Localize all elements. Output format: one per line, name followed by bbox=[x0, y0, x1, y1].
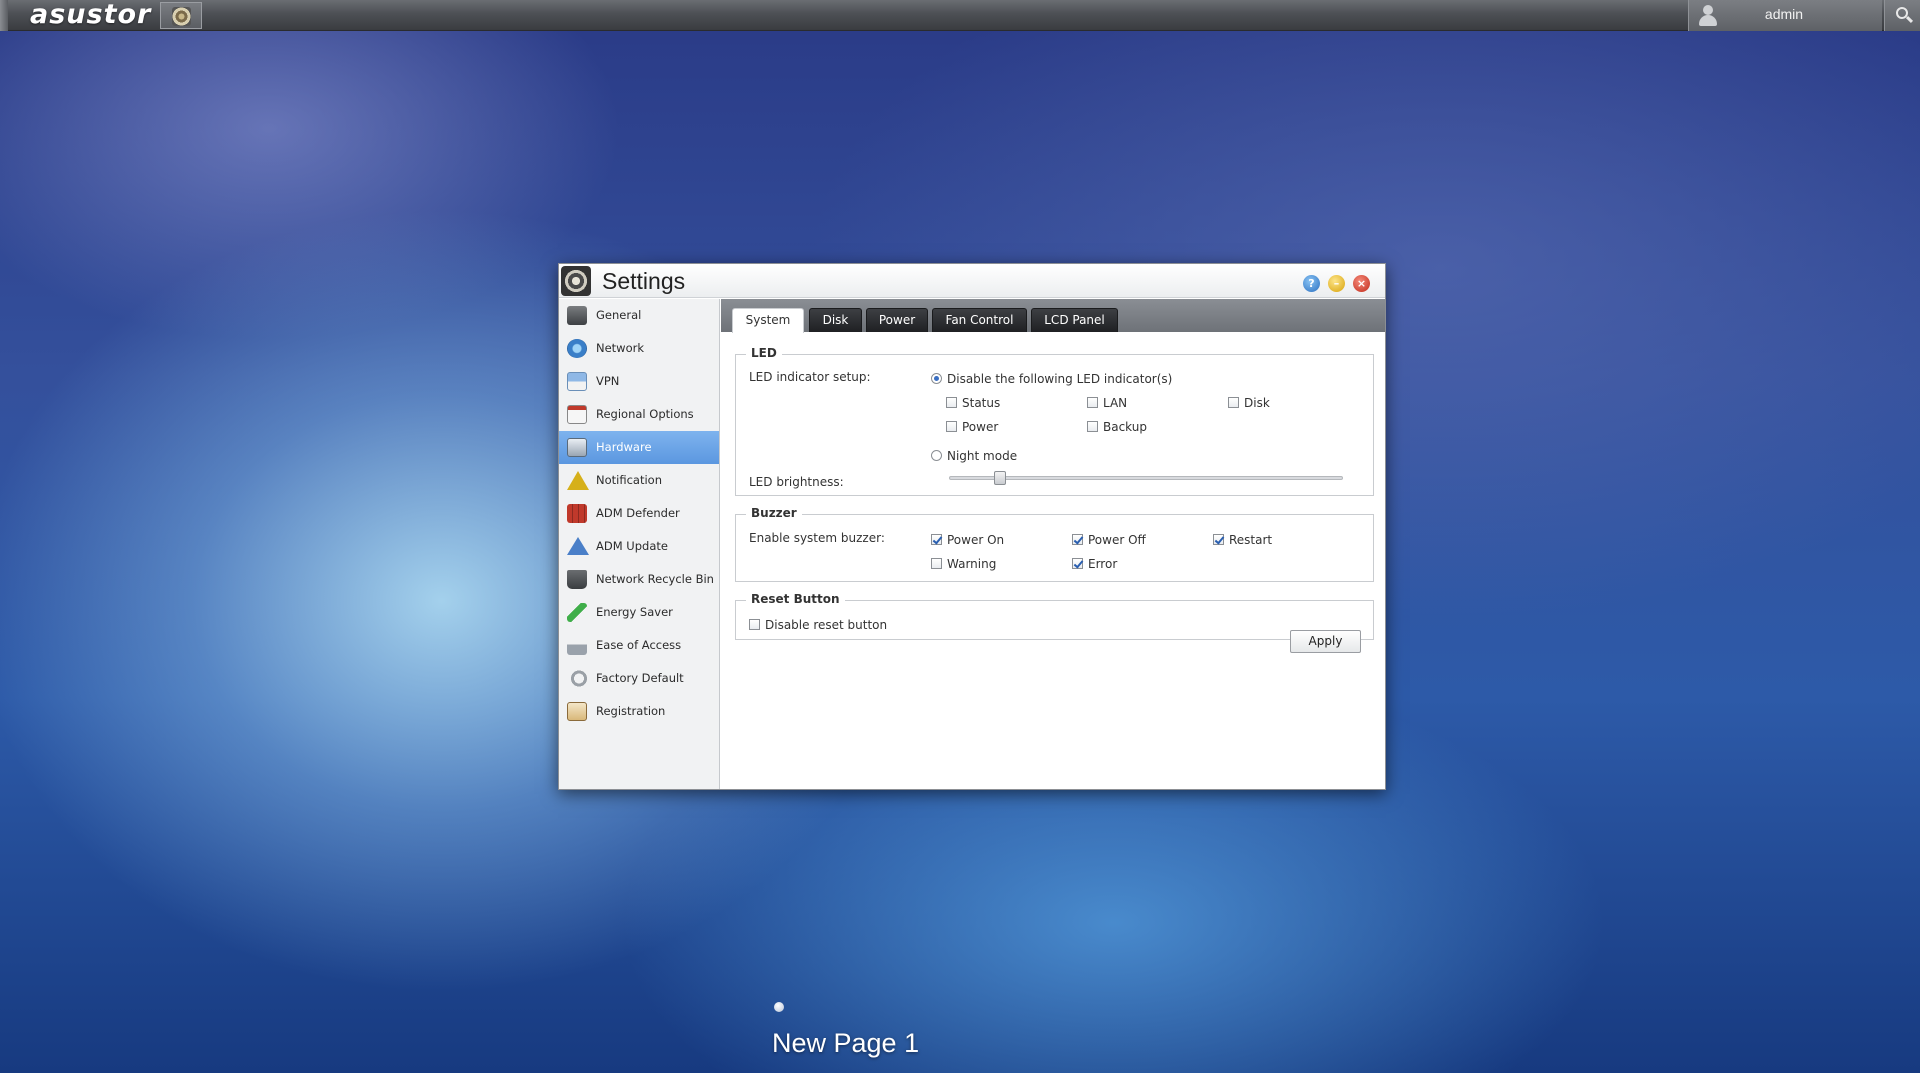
sidebar-item-hardware[interactable]: Hardware bbox=[559, 431, 719, 464]
sidebar-item-adm-update[interactable]: ADM Update bbox=[559, 530, 719, 563]
leaf-icon bbox=[567, 603, 587, 622]
sidebar-item-energy-saver[interactable]: Energy Saver bbox=[559, 596, 719, 629]
window-titlebar[interactable]: Settings ? – × bbox=[559, 264, 1385, 298]
led-disk-checkbox[interactable]: Disk bbox=[1228, 395, 1270, 411]
update-arrow-icon bbox=[567, 537, 589, 555]
sidebar-item-notification[interactable]: Notification bbox=[559, 464, 719, 497]
checkbox-icon bbox=[1087, 397, 1098, 408]
led-group: LED LED indicator setup: Disable the fol… bbox=[735, 346, 1374, 496]
buzzer-warning-checkbox[interactable]: Warning bbox=[931, 556, 996, 572]
reset-button-legend: Reset Button bbox=[746, 592, 845, 606]
settings-window: Settings ? – × General Network VPN Regio… bbox=[558, 263, 1386, 790]
buzzer-legend: Buzzer bbox=[746, 506, 802, 520]
sidebar-item-vpn[interactable]: VPN bbox=[559, 365, 719, 398]
user-menu-button[interactable]: admin bbox=[1688, 0, 1882, 31]
led-power-checkbox[interactable]: Power bbox=[946, 419, 998, 435]
checkbox-icon bbox=[1072, 558, 1083, 569]
led-backup-checkbox[interactable]: Backup bbox=[1087, 419, 1147, 435]
warning-icon bbox=[567, 471, 589, 490]
sidebar-item-adm-defender[interactable]: ADM Defender bbox=[559, 497, 719, 530]
settings-gear-icon bbox=[172, 7, 191, 26]
general-icon bbox=[567, 306, 587, 325]
sidebar-item-network-recycle-bin[interactable]: Network Recycle Bin bbox=[559, 563, 719, 596]
checkbox-icon bbox=[946, 421, 957, 432]
firewall-icon bbox=[567, 504, 587, 523]
disable-reset-button-checkbox[interactable]: Disable reset button bbox=[749, 617, 887, 633]
checkbox-icon bbox=[1228, 397, 1239, 408]
vpn-house-icon bbox=[567, 372, 587, 391]
desktop-page-label[interactable]: New Page 1 bbox=[772, 1027, 919, 1059]
led-brightness-slider-thumb[interactable] bbox=[994, 471, 1007, 485]
ease-access-icon bbox=[567, 636, 587, 655]
user-name-label: admin bbox=[1764, 6, 1804, 22]
buzzer-restart-checkbox[interactable]: Restart bbox=[1213, 532, 1272, 548]
tab-disk[interactable]: Disk bbox=[809, 308, 862, 332]
minimize-button[interactable]: – bbox=[1328, 275, 1345, 292]
checkbox-icon bbox=[931, 558, 942, 569]
led-legend: LED bbox=[746, 346, 782, 360]
settings-sidebar: General Network VPN Regional Options Har… bbox=[559, 299, 720, 789]
checkbox-icon bbox=[946, 397, 957, 408]
disable-led-radio[interactable]: Disable the following LED indicator(s) bbox=[931, 371, 1172, 387]
apply-button[interactable]: Apply bbox=[1290, 630, 1361, 653]
help-button[interactable]: ? bbox=[1303, 275, 1320, 292]
sidebar-item-network[interactable]: Network bbox=[559, 332, 719, 365]
led-brightness-label: LED brightness: bbox=[749, 475, 844, 489]
registration-icon bbox=[567, 702, 587, 721]
tab-power[interactable]: Power bbox=[866, 308, 928, 332]
radio-icon bbox=[931, 373, 942, 384]
calendar-clock-icon bbox=[567, 405, 587, 424]
search-button[interactable] bbox=[1884, 0, 1920, 31]
reset-button-group: Reset Button Disable reset button bbox=[735, 592, 1374, 640]
led-status-checkbox[interactable]: Status bbox=[946, 395, 1000, 411]
checkbox-icon bbox=[749, 619, 760, 630]
sidebar-item-ease-of-access[interactable]: Ease of Access bbox=[559, 629, 719, 662]
recycle-bin-icon bbox=[567, 570, 587, 589]
tab-lcd-panel[interactable]: LCD Panel bbox=[1031, 308, 1118, 332]
led-indicator-setup-label: LED indicator setup: bbox=[749, 370, 871, 384]
undo-arrow-icon bbox=[567, 669, 587, 688]
window-title: Settings bbox=[602, 268, 686, 294]
checkbox-icon bbox=[1087, 421, 1098, 432]
tab-bar: System Disk Power Fan Control LCD Panel bbox=[721, 299, 1385, 333]
sidebar-item-factory-default[interactable]: Factory Default bbox=[559, 662, 719, 695]
tab-fan-control[interactable]: Fan Control bbox=[932, 308, 1027, 332]
page-indicator-dot[interactable] bbox=[774, 1002, 784, 1012]
buzzer-group: Buzzer Enable system buzzer: Power On Po… bbox=[735, 506, 1374, 582]
enable-buzzer-label: Enable system buzzer: bbox=[749, 531, 885, 545]
night-mode-radio[interactable]: Night mode bbox=[931, 448, 1017, 464]
hardware-icon bbox=[567, 438, 587, 457]
asustor-logo: asustor bbox=[30, 0, 152, 30]
radio-icon bbox=[931, 450, 942, 461]
top-taskbar: asustor admin bbox=[0, 0, 1920, 31]
sidebar-item-regional-options[interactable]: Regional Options bbox=[559, 398, 719, 431]
network-globe-icon bbox=[567, 339, 587, 358]
close-button[interactable]: × bbox=[1353, 275, 1370, 292]
settings-app-icon bbox=[561, 266, 591, 296]
sidebar-item-registration[interactable]: Registration bbox=[559, 695, 719, 728]
checkbox-icon bbox=[1072, 534, 1083, 545]
led-lan-checkbox[interactable]: LAN bbox=[1087, 395, 1127, 411]
tab-system[interactable]: System bbox=[732, 308, 804, 333]
buzzer-power-off-checkbox[interactable]: Power Off bbox=[1072, 532, 1146, 548]
buzzer-error-checkbox[interactable]: Error bbox=[1072, 556, 1117, 572]
sidebar-item-general[interactable]: General bbox=[559, 299, 719, 332]
settings-content: System Disk Power Fan Control LCD Panel … bbox=[721, 299, 1385, 789]
settings-app-launcher-button[interactable] bbox=[160, 2, 202, 29]
buzzer-power-on-checkbox[interactable]: Power On bbox=[931, 532, 1004, 548]
taskbar-grip bbox=[0, 0, 8, 31]
led-brightness-slider[interactable] bbox=[949, 476, 1343, 480]
user-icon bbox=[1697, 4, 1719, 26]
checkbox-icon bbox=[1213, 534, 1224, 545]
checkbox-icon bbox=[931, 534, 942, 545]
